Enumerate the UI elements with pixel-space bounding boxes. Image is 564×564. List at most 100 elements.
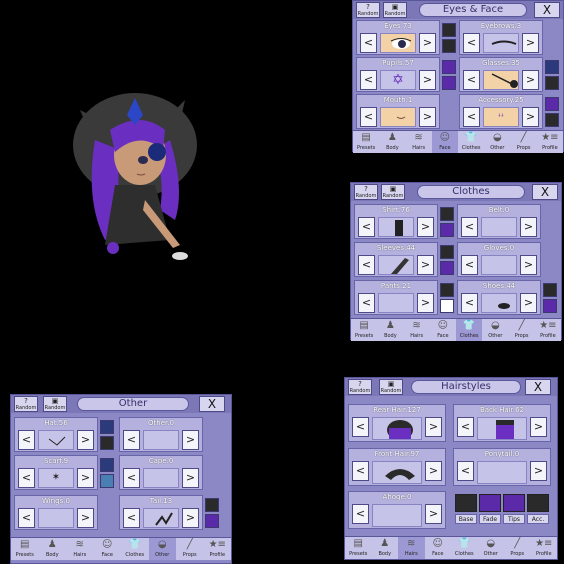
- color-swatch[interactable]: [442, 60, 456, 74]
- hair-color-accessory[interactable]: [527, 494, 549, 512]
- random-button[interactable]: ? Random: [354, 184, 378, 200]
- tab-props[interactable]: ╱ Props: [509, 319, 535, 341]
- tab-clothes[interactable]: 👕 Clothes: [456, 319, 483, 341]
- prev-button[interactable]: <: [358, 293, 375, 313]
- next-button[interactable]: >: [522, 107, 539, 127]
- tab-profile[interactable]: ★≡ Profile: [531, 537, 558, 559]
- prev-button[interactable]: <: [461, 293, 478, 313]
- prev-button[interactable]: <: [457, 461, 474, 481]
- color-swatch[interactable]: [543, 283, 557, 297]
- next-button[interactable]: >: [425, 417, 442, 437]
- next-button[interactable]: >: [530, 461, 547, 481]
- tab-profile[interactable]: ★≡ Profile: [535, 319, 561, 341]
- random-preset-button[interactable]: ▣ Random: [383, 2, 407, 18]
- tab-hairs[interactable]: ≋ Hairs: [404, 319, 430, 341]
- next-button[interactable]: >: [182, 508, 199, 528]
- color-swatch[interactable]: [440, 283, 454, 297]
- prev-button[interactable]: <: [461, 255, 478, 275]
- prev-button[interactable]: <: [352, 417, 369, 437]
- tab-clothes[interactable]: 👕 Clothes: [121, 538, 149, 560]
- next-button[interactable]: >: [520, 293, 537, 313]
- tab-presets[interactable]: ▤ Presets: [345, 537, 372, 559]
- random-button[interactable]: ? Random: [14, 396, 38, 412]
- color-swatch[interactable]: [440, 299, 454, 313]
- next-button[interactable]: >: [520, 255, 537, 275]
- prev-button[interactable]: <: [463, 107, 480, 127]
- tab-presets[interactable]: ▤ Presets: [351, 319, 377, 341]
- next-button[interactable]: >: [520, 217, 537, 237]
- color-swatch[interactable]: [100, 458, 114, 472]
- color-swatch[interactable]: [545, 60, 559, 74]
- next-button[interactable]: >: [522, 70, 539, 90]
- prev-button[interactable]: <: [18, 430, 35, 450]
- random-button[interactable]: ? Random: [348, 379, 372, 395]
- color-swatch[interactable]: [205, 498, 219, 512]
- color-swatch[interactable]: [205, 514, 219, 528]
- next-button[interactable]: >: [182, 468, 199, 488]
- color-swatch[interactable]: [545, 97, 559, 111]
- next-button[interactable]: >: [77, 468, 94, 488]
- tab-other[interactable]: ◒ Other: [478, 537, 505, 559]
- close-button[interactable]: X: [199, 396, 225, 412]
- prev-button[interactable]: <: [463, 70, 480, 90]
- color-swatch[interactable]: [442, 76, 456, 90]
- next-button[interactable]: >: [417, 255, 434, 275]
- prev-button[interactable]: <: [352, 461, 369, 481]
- tab-face[interactable]: ☺ Face: [431, 131, 458, 153]
- close-button[interactable]: X: [525, 379, 551, 395]
- color-swatch[interactable]: [440, 223, 454, 237]
- tab-other[interactable]: ◒ Other: [484, 131, 510, 153]
- color-swatch[interactable]: [100, 474, 114, 488]
- next-button[interactable]: >: [425, 504, 442, 524]
- next-button[interactable]: >: [425, 461, 442, 481]
- prev-button[interactable]: <: [123, 468, 140, 488]
- next-button[interactable]: >: [522, 33, 539, 53]
- random-button[interactable]: ? Random: [356, 2, 380, 18]
- prev-button[interactable]: <: [123, 430, 140, 450]
- random-preset-button[interactable]: ▣ Random: [381, 184, 405, 200]
- next-button[interactable]: >: [182, 430, 199, 450]
- tab-body[interactable]: ♟ Body: [39, 538, 67, 560]
- tab-presets[interactable]: ▤ Presets: [353, 131, 379, 153]
- tab-presets[interactable]: ▤ Presets: [11, 538, 39, 560]
- prev-button[interactable]: <: [18, 508, 35, 528]
- next-button[interactable]: >: [417, 293, 434, 313]
- close-button[interactable]: X: [534, 2, 560, 18]
- next-button[interactable]: >: [417, 217, 434, 237]
- tab-face[interactable]: ☺ Face: [425, 537, 452, 559]
- color-swatch[interactable]: [100, 436, 114, 450]
- tab-hairs[interactable]: ≋ Hairs: [66, 538, 94, 560]
- color-swatch[interactable]: [442, 39, 456, 53]
- tab-body[interactable]: ♟ Body: [379, 131, 405, 153]
- color-swatch[interactable]: [100, 420, 114, 434]
- tab-props[interactable]: ╱ Props: [504, 537, 531, 559]
- tab-face[interactable]: ☺ Face: [94, 538, 122, 560]
- hair-color-tips[interactable]: [503, 494, 525, 512]
- tab-hairs[interactable]: ≋ Hairs: [398, 537, 425, 559]
- tab-clothes[interactable]: 👕 Clothes: [451, 537, 478, 559]
- color-swatch[interactable]: [440, 245, 454, 259]
- tab-profile[interactable]: ★≡ Profile: [204, 538, 232, 560]
- close-button[interactable]: X: [532, 184, 558, 200]
- random-preset-button[interactable]: ▣ Random: [379, 379, 403, 395]
- prev-button[interactable]: <: [461, 217, 478, 237]
- next-button[interactable]: >: [77, 430, 94, 450]
- prev-button[interactable]: <: [457, 417, 474, 437]
- tab-face[interactable]: ☺ Face: [430, 319, 456, 341]
- next-button[interactable]: >: [530, 417, 547, 437]
- color-swatch[interactable]: [442, 23, 456, 37]
- tab-props[interactable]: ╱ Props: [176, 538, 204, 560]
- prev-button[interactable]: <: [360, 33, 377, 53]
- tab-body[interactable]: ♟ Body: [372, 537, 399, 559]
- next-button[interactable]: >: [419, 107, 436, 127]
- hair-color-base[interactable]: [455, 494, 477, 512]
- prev-button[interactable]: <: [463, 33, 480, 53]
- color-swatch[interactable]: [440, 207, 454, 221]
- tab-profile[interactable]: ★≡ Profile: [537, 131, 563, 153]
- color-swatch[interactable]: [543, 299, 557, 313]
- tab-other[interactable]: ◒ Other: [148, 538, 176, 560]
- next-button[interactable]: >: [419, 70, 436, 90]
- prev-button[interactable]: <: [123, 508, 140, 528]
- next-button[interactable]: >: [77, 508, 94, 528]
- prev-button[interactable]: <: [360, 70, 377, 90]
